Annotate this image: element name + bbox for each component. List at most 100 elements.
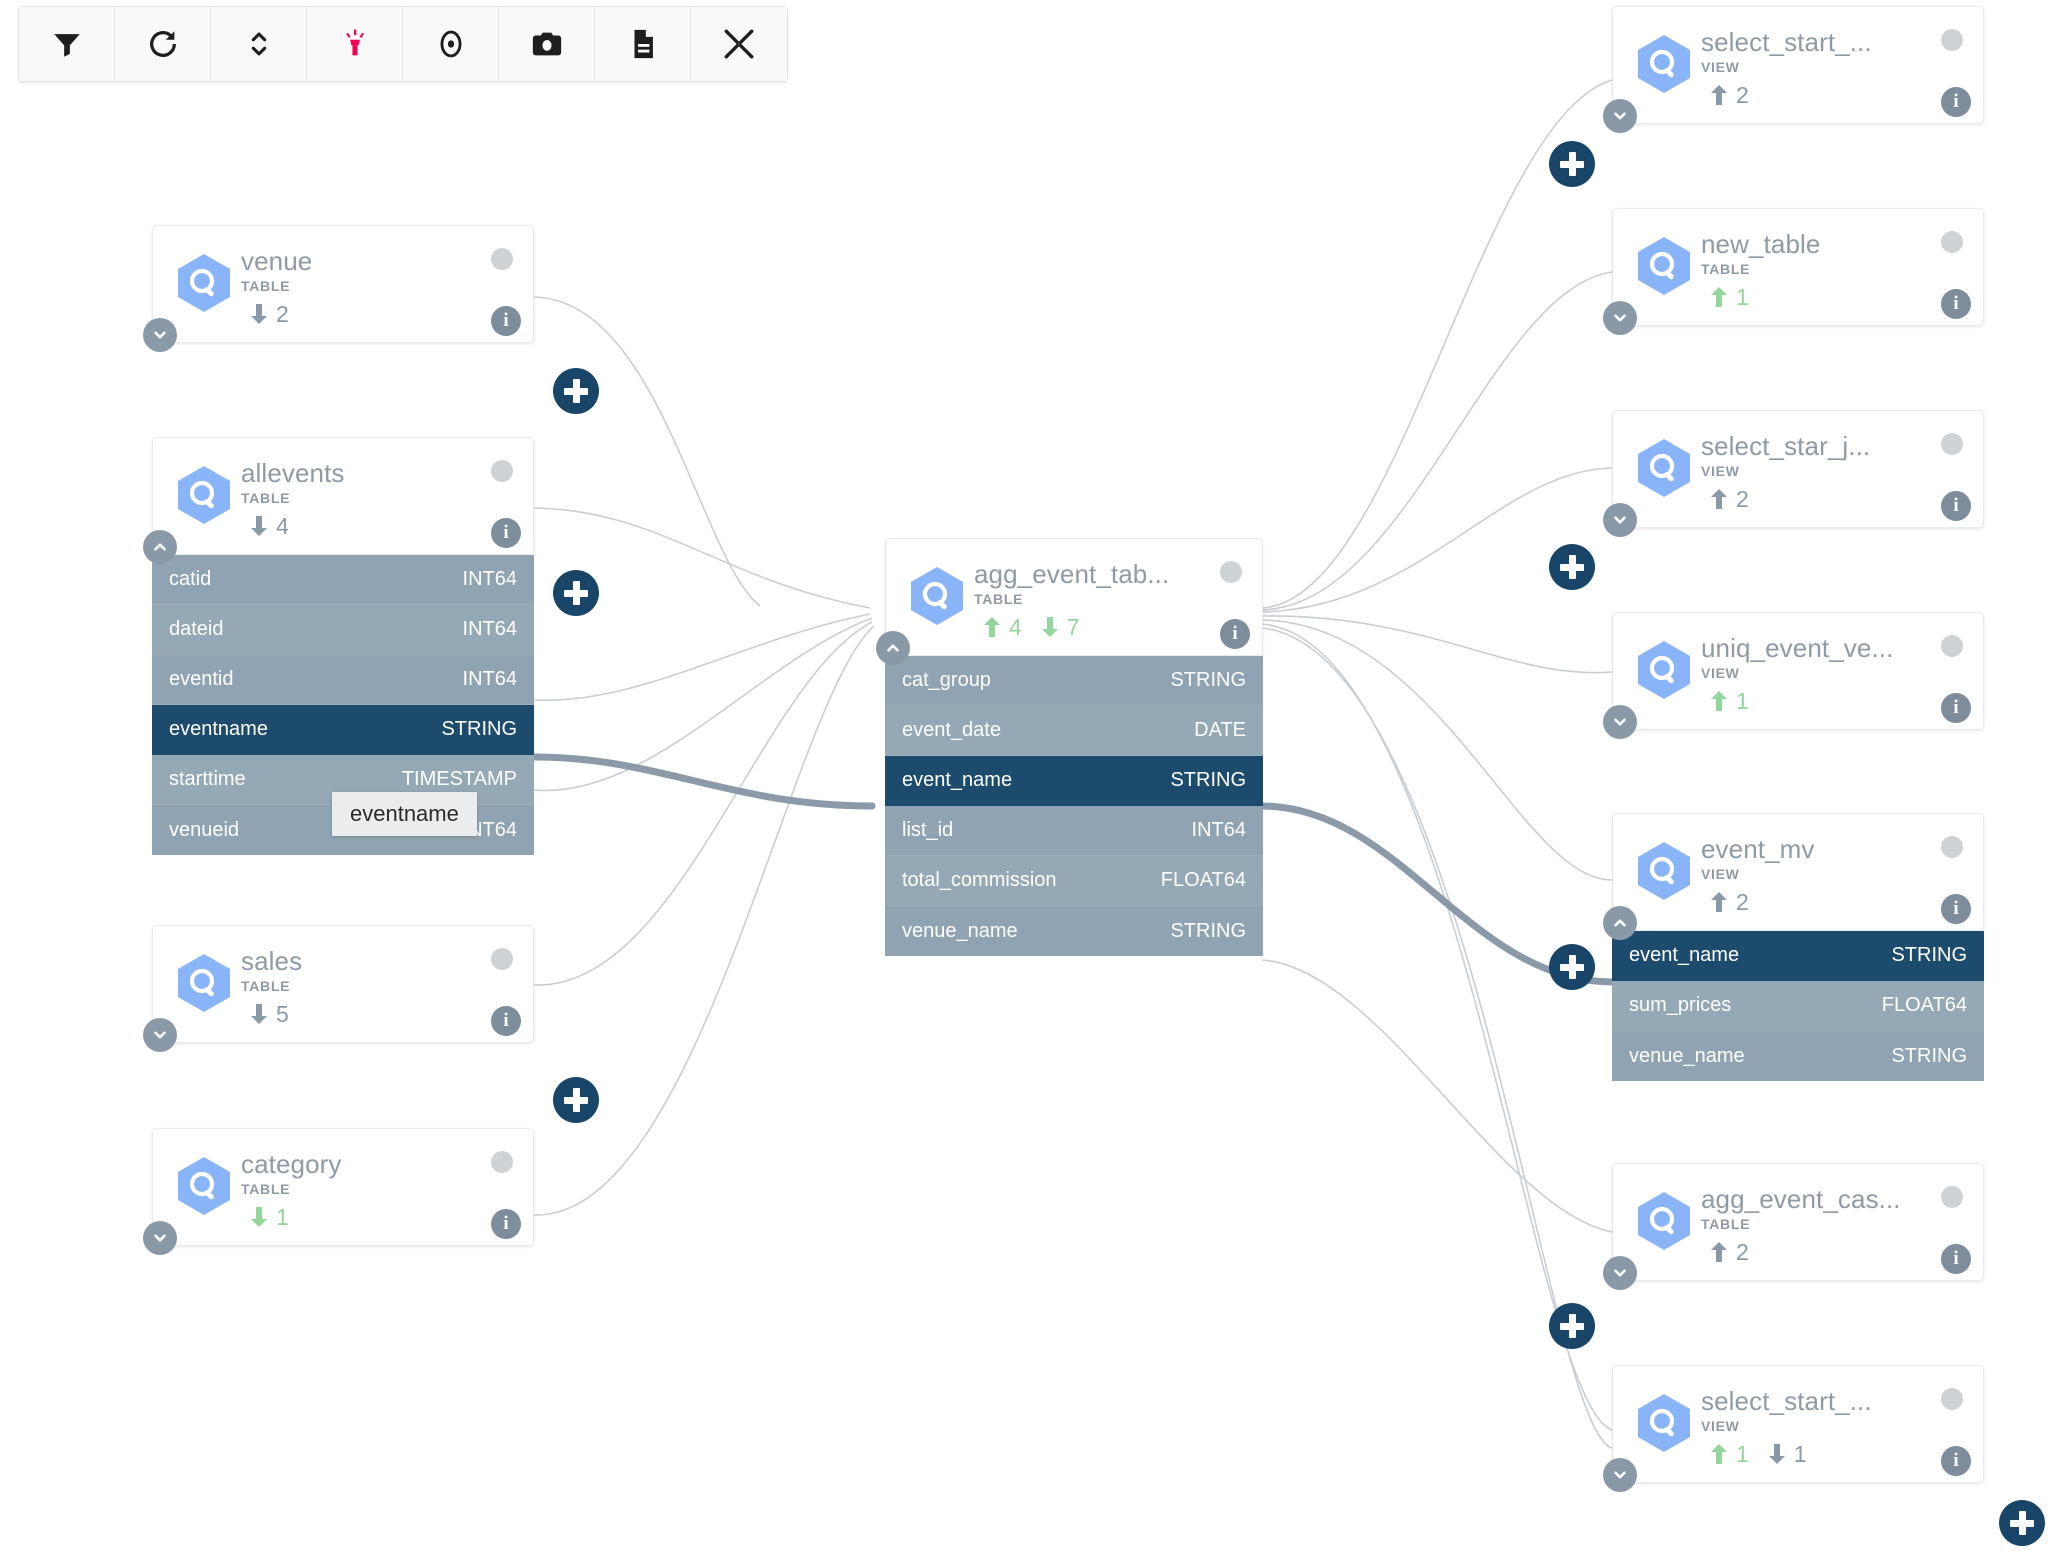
node-card[interactable]: uniq_event_ve... VIEW 1 i <box>1603 612 1984 739</box>
expand-collapse-icon[interactable] <box>211 7 307 81</box>
node-new-table[interactable]: new_table TABLE 1 i <box>1603 208 1984 335</box>
info-icon[interactable]: i <box>491 306 521 336</box>
expand-chevron-down-icon[interactable] <box>1603 1458 1637 1492</box>
node-card[interactable]: sales TABLE 5 i <box>143 925 534 1052</box>
field-row-highlighted[interactable]: eventname STRING <box>152 705 534 755</box>
info-icon[interactable]: i <box>491 518 521 548</box>
node-select-start-top[interactable]: select_start_... VIEW 2 i <box>1603 6 1984 133</box>
field-row[interactable]: cat_group STRING <box>885 656 1263 706</box>
node-card[interactable]: select_start_... VIEW 2 i <box>1603 6 1984 133</box>
expand-chevron-down-icon[interactable] <box>1603 99 1637 133</box>
expand-downstream-select-start-top-button[interactable] <box>1549 141 1595 187</box>
downstream-count: 4 <box>249 514 289 538</box>
collapse-chevron-up-icon[interactable] <box>1603 906 1637 940</box>
lineage-canvas[interactable]: venue TABLE 2 i allevents TABLE 4 i cati… <box>0 0 2068 1556</box>
node-event-mv[interactable]: event_mv VIEW 2 i event_name STRING sum_… <box>1603 813 1984 1081</box>
field-row[interactable]: venue_name STRING <box>885 906 1263 956</box>
node-counts: 2 <box>1709 1240 1749 1264</box>
downstream-count: 5 <box>249 1002 289 1026</box>
node-meta: category TABLE <box>241 1149 342 1199</box>
field-row[interactable]: dateid INT64 <box>152 605 534 655</box>
upstream-count: 2 <box>1709 487 1749 511</box>
info-icon[interactable]: i <box>1941 1446 1971 1476</box>
expand-chevron-down-icon[interactable] <box>1603 1256 1637 1290</box>
node-card[interactable]: venue TABLE 2 i <box>143 225 534 352</box>
node-counts: 2 <box>1709 487 1749 511</box>
node-agg-event-cas[interactable]: agg_event_cas... TABLE 2 i <box>1603 1163 1984 1290</box>
expand-downstream-event-mv-button[interactable] <box>1549 944 1595 990</box>
info-icon[interactable]: i <box>491 1209 521 1239</box>
field-type: TIMESTAMP <box>401 768 517 790</box>
info-icon[interactable]: i <box>491 1006 521 1036</box>
info-icon[interactable]: i <box>1941 1244 1971 1274</box>
node-select-start-bottom[interactable]: select_start_... VIEW 1 1 i <box>1603 1365 1984 1492</box>
field-name: event_name <box>1629 944 1740 966</box>
highlighter-icon[interactable] <box>307 7 403 81</box>
field-row[interactable]: total_commission FLOAT64 <box>885 856 1263 906</box>
downstream-count: 1 <box>1767 1442 1807 1466</box>
arrow-up-icon <box>1711 1242 1727 1262</box>
status-dot <box>1220 561 1242 583</box>
info-icon[interactable]: i <box>1941 87 1971 117</box>
field-row[interactable]: catid INT64 <box>152 555 534 605</box>
field-type: STRING <box>1170 669 1246 691</box>
field-list: cat_group STRING event_date DATE event_n… <box>885 656 1263 956</box>
expand-upstream-sales-button[interactable] <box>553 1077 599 1123</box>
field-row[interactable]: eventid INT64 <box>152 655 534 705</box>
refresh-icon[interactable] <box>115 7 211 81</box>
node-card[interactable]: event_mv VIEW 2 i <box>1603 813 1984 940</box>
expand-upstream-venue-button[interactable] <box>553 368 599 414</box>
expand-chevron-down-icon[interactable] <box>1603 705 1637 739</box>
field-row-highlighted[interactable]: event_name STRING <box>885 756 1263 806</box>
node-card[interactable]: allevents TABLE 4 i <box>143 437 534 564</box>
expand-chevron-down-icon[interactable] <box>1603 503 1637 537</box>
info-icon[interactable]: i <box>1941 693 1971 723</box>
upstream-count: 2 <box>1709 83 1749 107</box>
expand-downstream-select-star-j-button[interactable] <box>1549 544 1595 590</box>
expand-chevron-down-icon[interactable] <box>1603 301 1637 335</box>
info-icon[interactable]: i <box>1941 491 1971 521</box>
field-row[interactable]: venue_name STRING <box>1612 1031 1984 1081</box>
expand-downstream-agg-event-cas-button[interactable] <box>1549 1303 1595 1349</box>
collapse-chevron-up-icon[interactable] <box>143 530 177 564</box>
info-icon[interactable]: i <box>1941 289 1971 319</box>
node-agg-event-table[interactable]: agg_event_tab... TABLE 4 7 i cat_group S… <box>876 538 1263 956</box>
node-sales[interactable]: sales TABLE 5 i <box>143 925 534 1052</box>
node-card[interactable]: agg_event_cas... TABLE 2 i <box>1603 1163 1984 1290</box>
camera-icon[interactable] <box>499 7 595 81</box>
node-card[interactable]: select_start_... VIEW 1 1 i <box>1603 1365 1984 1492</box>
node-title: select_star_j... <box>1701 431 1871 461</box>
field-row[interactable]: event_date DATE <box>885 706 1263 756</box>
info-icon[interactable]: i <box>1941 894 1971 924</box>
node-counts: 5 <box>249 1002 289 1026</box>
field-list: event_name STRING sum_prices FLOAT64 ven… <box>1612 931 1984 1081</box>
field-row-highlighted[interactable]: event_name STRING <box>1612 931 1984 981</box>
node-venue[interactable]: venue TABLE 2 i <box>143 225 534 352</box>
node-uniq-event-ve[interactable]: uniq_event_ve... VIEW 1 i <box>1603 612 1984 739</box>
expand-chevron-down-icon[interactable] <box>143 1018 177 1052</box>
status-dot <box>1941 836 1963 858</box>
node-counts: 2 <box>249 302 289 326</box>
document-icon[interactable] <box>595 7 691 81</box>
collapse-chevron-up-icon[interactable] <box>876 631 910 665</box>
expand-chevron-down-icon[interactable] <box>143 1221 177 1255</box>
field-type: STRING <box>441 718 517 740</box>
node-card[interactable]: category TABLE 1 i <box>143 1128 534 1255</box>
node-card[interactable]: new_table TABLE 1 i <box>1603 208 1984 335</box>
info-icon[interactable]: i <box>1220 619 1250 649</box>
node-card[interactable]: select_star_j... VIEW 2 i <box>1603 410 1984 537</box>
node-category[interactable]: category TABLE 1 i <box>143 1128 534 1255</box>
focus-icon[interactable] <box>403 7 499 81</box>
node-card[interactable]: agg_event_tab... TABLE 4 7 i <box>876 538 1263 665</box>
field-row[interactable]: list_id INT64 <box>885 806 1263 856</box>
graph-toolbar[interactable] <box>18 6 788 82</box>
node-select-star-j[interactable]: select_star_j... VIEW 2 i <box>1603 410 1984 537</box>
add-node-button[interactable] <box>1999 1500 2045 1546</box>
expand-chevron-down-icon[interactable] <box>143 318 177 352</box>
field-name: eventname <box>169 718 268 740</box>
field-row[interactable]: sum_prices FLOAT64 <box>1612 981 1984 1031</box>
node-type: TABLE <box>241 1181 291 1197</box>
filter-icon[interactable] <box>19 7 115 81</box>
collapse-fullscreen-icon[interactable] <box>691 7 787 81</box>
expand-upstream-allevents-button[interactable] <box>553 570 599 616</box>
